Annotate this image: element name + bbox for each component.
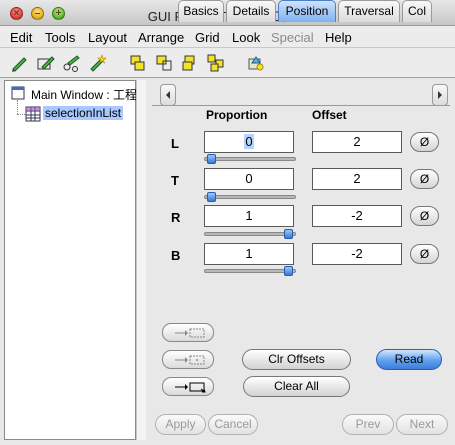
tab-scroll-left-button[interactable] [160,84,176,106]
menu-special[interactable]: Special [271,30,314,45]
slider-knob[interactable] [284,266,293,276]
l-offset-field[interactable]: 2 [312,131,402,153]
tree-connector [17,100,18,114]
row-label-r: R [171,210,181,225]
r-zero-button[interactable]: Ø [410,206,439,226]
b-offset-field[interactable]: -2 [312,243,402,265]
pencil-icon[interactable] [10,53,30,73]
tree-connector [17,114,25,115]
tree-item-label: selectionInList [43,106,124,120]
tab-details[interactable]: Details [226,0,276,22]
pencil-spark-icon[interactable] [88,53,108,73]
r-proportion-slider[interactable] [204,229,296,239]
r-proportion-field[interactable]: 1 [204,205,294,227]
t-proportion-slider[interactable] [204,192,296,202]
align-top-icon[interactable] [154,53,174,73]
menu-arrange[interactable]: Arrange [138,30,184,45]
pencil-nodes-icon[interactable] [62,53,82,73]
b-zero-button[interactable]: Ø [410,244,439,264]
toolbar [0,48,455,78]
slider-knob[interactable] [207,154,216,164]
table-icon [25,106,41,122]
menu-edit[interactable]: Edit [10,30,32,45]
row-label-l: L [171,136,179,151]
align-center-icon[interactable] [180,53,200,73]
t-offset-field[interactable]: 2 [312,168,402,190]
read-button[interactable]: Read [376,349,442,370]
align-left-icon[interactable] [128,53,148,73]
slider-knob[interactable] [284,229,293,239]
menu-grid[interactable]: Grid [195,30,220,45]
move-center-button[interactable] [162,350,214,369]
t-zero-button[interactable]: Ø [410,169,439,189]
apply-button[interactable]: Apply [155,414,206,435]
offset-header: Offset [312,108,347,122]
menu-tools[interactable]: Tools [45,30,75,45]
menu-layout[interactable]: Layout [88,30,127,45]
menu-help[interactable]: Help [325,30,352,45]
l-proportion-value: 0 [244,134,254,149]
tab-position[interactable]: Position [278,0,336,22]
b-proportion-field[interactable]: 1 [204,243,294,265]
cancel-button[interactable]: Cancel [208,414,258,435]
tab-traversal[interactable]: Traversal [338,0,400,22]
r-offset-field[interactable]: -2 [312,205,402,227]
proportion-header: Proportion [206,108,268,122]
window-icon [11,86,25,100]
triangle-left-icon [166,91,170,99]
triangle-right-icon [438,91,442,99]
tab-col[interactable]: Col [402,0,432,22]
move-box-button[interactable] [162,377,214,396]
pencil-box-icon[interactable] [36,53,56,73]
arrow-point-icon [175,328,205,338]
clear-all-button[interactable]: Clear All [243,376,350,397]
tree-item-label: Main Window : 工程 [31,88,138,102]
l-proportion-field[interactable]: 0 [204,131,294,153]
next-button[interactable]: Next [396,414,448,435]
align-grid-icon[interactable] [206,53,226,73]
move-point-button[interactable] [162,323,214,342]
l-proportion-slider[interactable] [204,154,296,164]
tab-basics[interactable]: Basics [178,0,224,22]
menu-bar: Edit Tools Layout Arrange Grid Look Spec… [0,26,455,48]
tab-scroll-right-button[interactable] [432,84,448,106]
inspector-icon[interactable] [246,53,266,73]
menu-look[interactable]: Look [232,30,260,45]
row-label-b: B [171,248,181,263]
component-tree[interactable]: Main Window : 工程 selectionInList [4,80,138,440]
t-proportion-field[interactable]: 0 [204,168,294,190]
b-proportion-slider[interactable] [204,266,296,276]
arrow-center-icon [175,355,205,365]
l-zero-button[interactable]: Ø [410,132,439,152]
clr-offsets-button[interactable]: Clr Offsets [242,349,351,370]
slider-knob[interactable] [207,192,216,202]
prev-button[interactable]: Prev [342,414,394,435]
tree-scrollbar[interactable] [136,80,146,440]
arrow-box-icon [175,382,206,393]
row-label-t: T [171,173,179,188]
